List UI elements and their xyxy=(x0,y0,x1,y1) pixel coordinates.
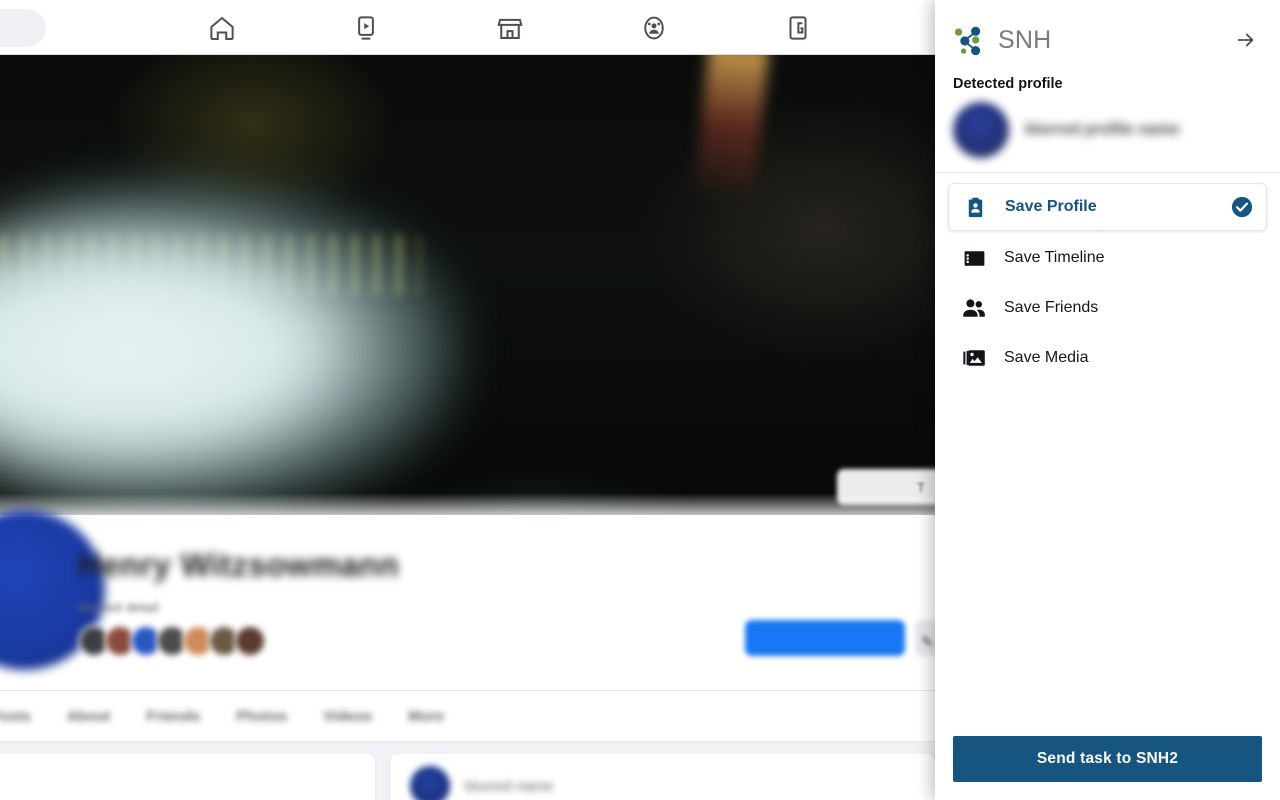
profile-tab-strip: Posts About Friends Photos Videos More xyxy=(0,690,935,742)
profile-header: Henry Witzsowmann blurred detail ✎ xyxy=(0,510,935,690)
panel-header: SNH xyxy=(935,0,1280,62)
action-label: Save Timeline xyxy=(1004,249,1105,266)
action-save-media[interactable]: Save Media xyxy=(948,335,1267,381)
profile-subtitle: blurred detail xyxy=(78,599,159,615)
action-label: Save Friends xyxy=(1004,299,1099,316)
site-nav-icon-group xyxy=(150,0,870,55)
gaming-icon[interactable] xyxy=(783,13,813,43)
detected-profile-name: blurred profile name xyxy=(1025,121,1180,138)
detected-profile-row[interactable]: blurred profile name xyxy=(935,92,1280,173)
send-task-button[interactable]: Send task to SNH2 xyxy=(953,736,1262,782)
profile-tab[interactable]: Friends xyxy=(128,708,218,725)
action-label: Save Media xyxy=(1004,349,1089,366)
action-save-friends[interactable]: Save Friends xyxy=(948,285,1267,331)
profile-tab[interactable]: Photos xyxy=(218,708,305,725)
check-circle-icon[interactable] xyxy=(1231,196,1253,218)
home-icon[interactable] xyxy=(207,13,237,43)
action-save-timeline[interactable]: Save Timeline xyxy=(948,235,1267,281)
network-nodes-icon xyxy=(953,24,989,56)
feed-composer-placeholder: blurred name xyxy=(465,778,554,795)
feed-author-avatar xyxy=(410,766,450,800)
detected-profile-heading: Detected profile xyxy=(953,76,1063,92)
profile-primary-action-button[interactable] xyxy=(745,620,905,656)
panel-footer: Send task to SNH2 xyxy=(935,736,1280,800)
snh-extension-panel: SNH Detected profile blurred profile nam… xyxy=(935,0,1280,800)
profile-tab[interactable]: About xyxy=(49,708,128,725)
avatar xyxy=(953,102,1009,158)
images-icon xyxy=(961,345,987,371)
profile-tab[interactable]: Videos xyxy=(305,708,390,725)
profile-cover-photo: T xyxy=(0,55,935,515)
cover-bottom-fade xyxy=(0,493,935,515)
action-save-profile[interactable]: Save Profile xyxy=(948,183,1267,231)
site-top-navigation xyxy=(0,0,935,55)
arrow-right-icon[interactable] xyxy=(1232,26,1260,54)
profile-tab[interactable]: Posts xyxy=(0,708,49,725)
groups-icon[interactable] xyxy=(639,13,669,43)
friend-avatar-stack[interactable] xyxy=(78,625,266,657)
social-network-page: T Henry Witzsowmann blurred detail ✎ Pos… xyxy=(0,0,935,800)
people-icon xyxy=(961,295,987,321)
profile-secondary-action-icon: ✎ xyxy=(921,634,934,651)
panel-spacer xyxy=(935,385,1280,736)
profile-tab[interactable]: More xyxy=(390,708,462,725)
action-label: Save Profile xyxy=(1005,198,1097,215)
list-icon xyxy=(961,245,987,271)
brand-wordmark: SNH xyxy=(998,25,1052,54)
feed-sidebar-card xyxy=(0,754,375,800)
profile-feed-area: blurred name xyxy=(0,742,935,800)
id-badge-icon xyxy=(962,194,988,220)
watch-video-icon[interactable] xyxy=(351,13,381,43)
profile-name: Henry Witzsowmann xyxy=(78,547,400,583)
site-search-input[interactable] xyxy=(0,9,46,47)
save-action-list: Save Profile Save Timeline Save Friends … xyxy=(935,173,1280,385)
marketplace-icon[interactable] xyxy=(495,13,525,43)
